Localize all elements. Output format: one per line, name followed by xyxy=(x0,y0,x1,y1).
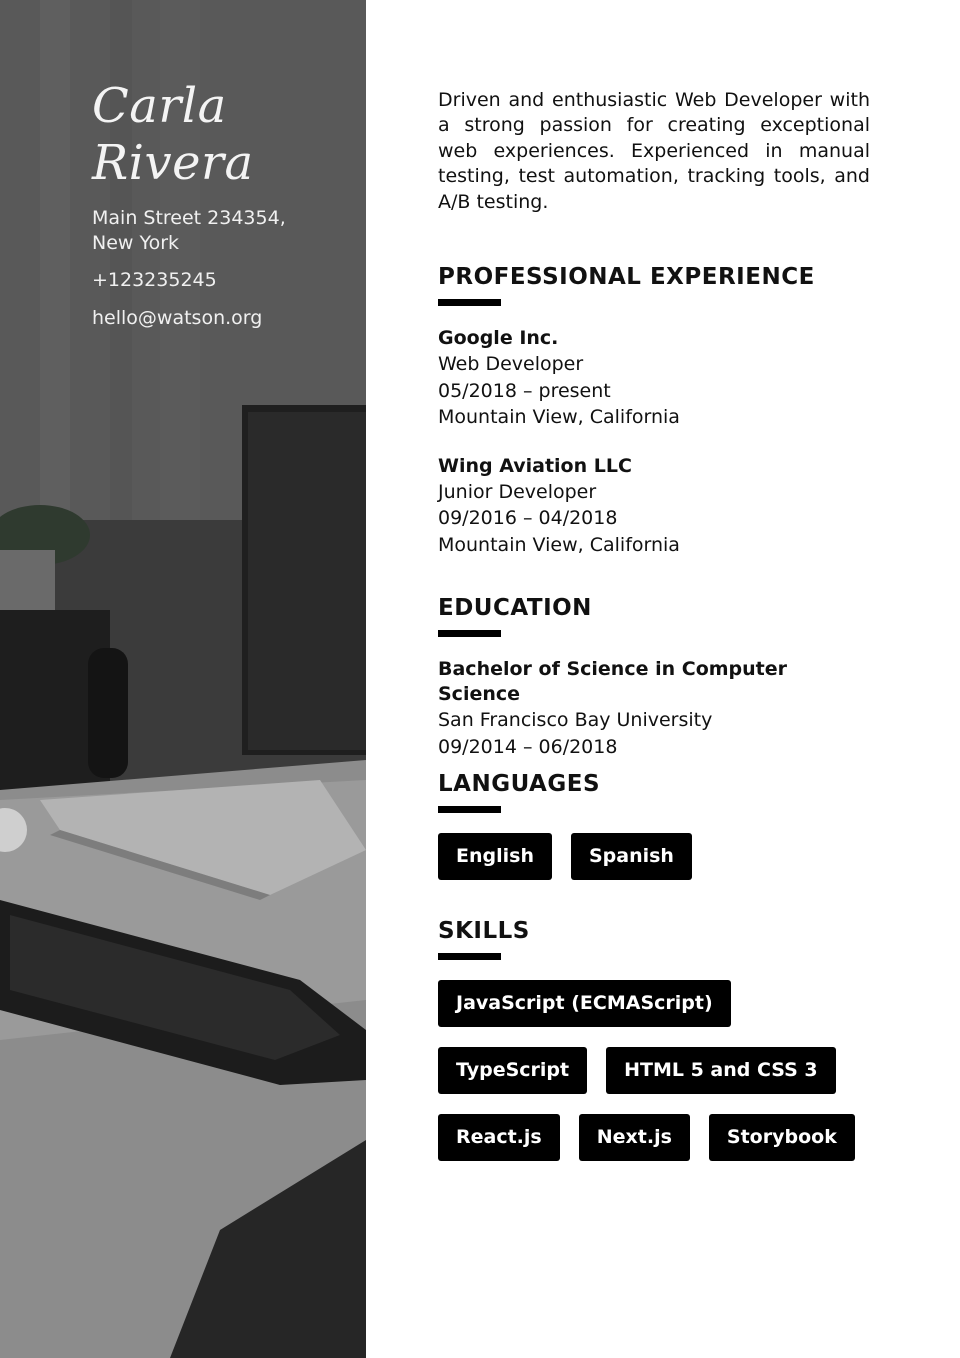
section-divider-bar xyxy=(438,630,501,637)
skill-tag: React.js xyxy=(438,1114,560,1161)
education-section: EDUCATION Bachelor of Science in Compute… xyxy=(438,594,870,760)
job-location: Mountain View, California xyxy=(438,533,680,556)
job-role: Web Developer xyxy=(438,353,584,375)
skill-tag: JavaScript (ECMAScript) xyxy=(438,980,731,1027)
skill-tag: Storybook xyxy=(708,1114,855,1161)
language-tag: English xyxy=(438,833,552,880)
job-company: Google Inc. xyxy=(438,327,559,349)
education-dates: 09/2014 – 06/2018 xyxy=(438,735,618,758)
sidebar-photo-panel: Carla Rivera Main Street 234354, New Yor… xyxy=(0,0,366,1358)
skill-tag: Next.js xyxy=(578,1114,690,1161)
address-line-1: Main Street 234354, xyxy=(92,207,286,229)
experience-heading: PROFESSIONAL EXPERIENCE xyxy=(438,264,815,290)
profile-summary: Driven and enthusiastic Web Developer wi… xyxy=(438,89,870,213)
skill-tag: TypeScript xyxy=(438,1047,588,1094)
contact-block: Carla Rivera Main Street 234354, New Yor… xyxy=(92,78,352,331)
job-role: Junior Developer xyxy=(438,480,597,503)
last-name: Rivera xyxy=(92,135,254,191)
job-company: Wing Aviation LLC xyxy=(438,454,632,477)
skill-tags-row: TypeScript HTML 5 and CSS 3 xyxy=(438,1047,870,1094)
address: Main Street 234354, New York xyxy=(92,206,352,256)
skill-tags-row: JavaScript (ECMAScript) xyxy=(438,980,870,1027)
skill-tag: HTML 5 and CSS 3 xyxy=(606,1047,836,1094)
first-name: Carla xyxy=(92,78,227,134)
job-location: Mountain View, California xyxy=(438,406,680,428)
job-dates: 09/2016 – 04/2018 xyxy=(438,507,618,529)
skills-heading: SKILLS xyxy=(438,918,530,944)
skill-tags-row: React.js Next.js Storybook xyxy=(438,1114,870,1161)
language-tags: English Spanish xyxy=(438,833,870,880)
degree: Bachelor of Science in Computer Science xyxy=(438,658,788,705)
job-dates: 05/2018 – present xyxy=(438,379,611,402)
job-entry: Google Inc. Web Developer 05/2018 – pres… xyxy=(438,326,870,431)
email-address: hello@watson.org xyxy=(92,307,263,329)
experience-section: PROFESSIONAL EXPERIENCE Google Inc. Web … xyxy=(438,263,870,558)
job-entry: Wing Aviation LLC Junior Developer 09/20… xyxy=(438,454,870,559)
section-divider-bar xyxy=(438,299,501,306)
section-divider-bar xyxy=(438,806,501,813)
main-content: Driven and enthusiastic Web Developer wi… xyxy=(438,88,870,215)
address-line-2: New York xyxy=(92,232,180,254)
section-divider-bar xyxy=(438,953,501,960)
languages-section: LANGUAGES English Spanish xyxy=(438,770,870,880)
language-tag: Spanish xyxy=(570,833,692,880)
phone-number: +123235245 xyxy=(92,269,217,291)
education-heading: EDUCATION xyxy=(438,595,592,621)
skills-section: SKILLS JavaScript (ECMAScript) TypeScrip… xyxy=(438,917,870,1161)
school: San Francisco Bay University xyxy=(438,709,713,731)
education-entry: Bachelor of Science in Computer Science … xyxy=(438,657,870,760)
languages-heading: LANGUAGES xyxy=(438,771,601,797)
